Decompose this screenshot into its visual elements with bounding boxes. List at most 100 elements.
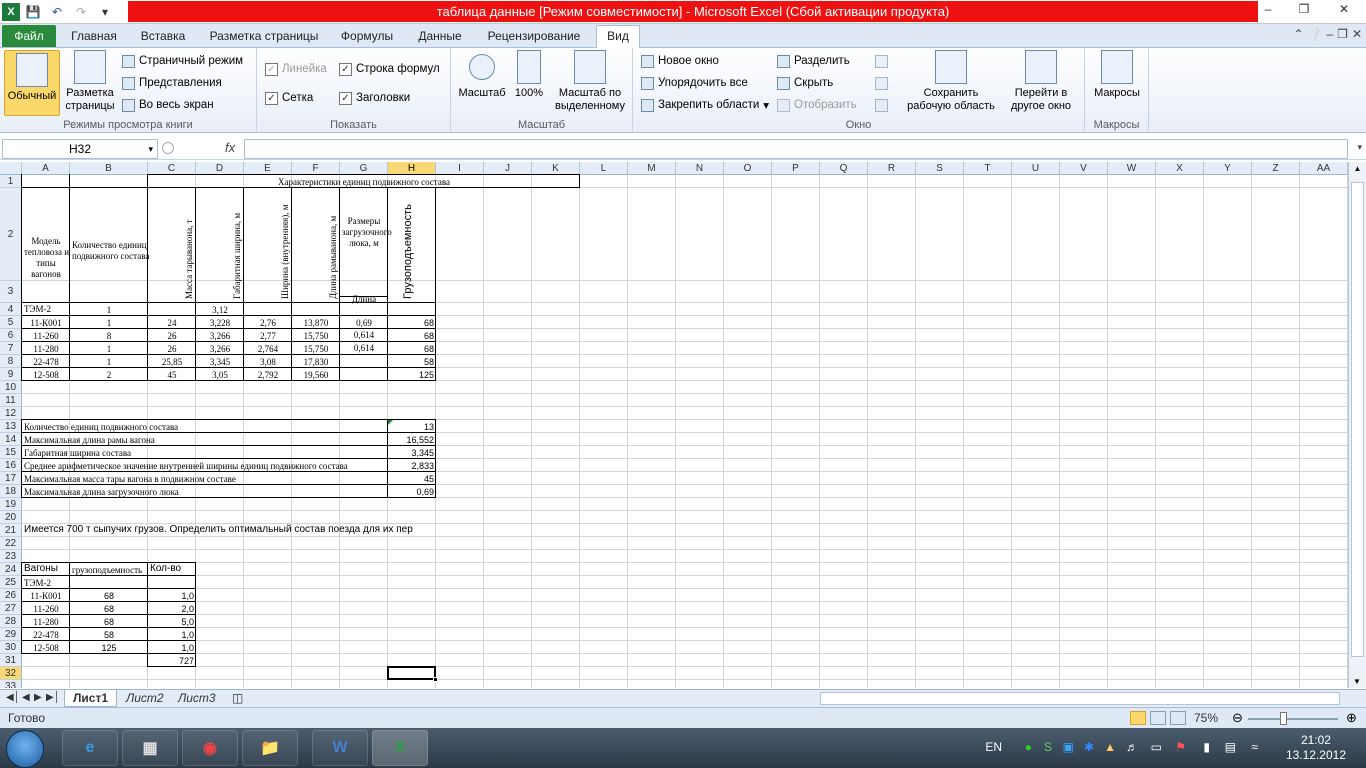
tab-home[interactable]: Главная — [66, 26, 122, 48]
column-header[interactable]: S — [916, 162, 964, 175]
column-header[interactable]: L — [580, 162, 628, 175]
column-header[interactable]: T — [964, 162, 1012, 175]
column-header[interactable]: O — [724, 162, 772, 175]
arrange-all-button[interactable]: Упорядочить все — [641, 74, 748, 92]
excel-taskbar-icon[interactable]: X — [372, 730, 428, 766]
column-header[interactable]: M — [628, 162, 676, 175]
sheet-tab-3[interactable]: Лист3 — [170, 690, 224, 707]
row-header[interactable]: 10 — [0, 381, 22, 394]
macros-button[interactable]: Макросы — [1089, 50, 1145, 100]
row-header[interactable]: 2 — [0, 188, 22, 281]
hide-button[interactable]: Скрыть — [777, 74, 833, 92]
save-icon[interactable]: 💾 — [22, 1, 44, 23]
zoom-in-icon[interactable]: ⊕ — [1346, 710, 1357, 726]
restore-icon[interactable]: ❐ — [1286, 0, 1322, 18]
name-box[interactable]: H32 ▾ — [2, 139, 158, 159]
name-box-dropdown-icon[interactable]: ▾ — [148, 144, 153, 155]
normal-view-status-icon[interactable] — [1130, 711, 1146, 725]
worksheet-grid[interactable]: A B C D E F G H I J K L M N O P Q R S T U V W X Y Z AA 1 2 3 4 5 6 7 8 9 10… — [0, 162, 1348, 688]
switch-windows-button[interactable]: Перейти в другое окно — [1001, 50, 1081, 113]
bluetooth-icon[interactable]: ✱ — [1084, 740, 1094, 754]
signal-icon[interactable]: ▤ — [1225, 740, 1236, 754]
row-header[interactable]: 26 — [0, 589, 22, 602]
row-header[interactable]: 32 — [0, 667, 22, 680]
tab-insert[interactable]: Вставка — [133, 26, 193, 48]
row-header[interactable]: 24 — [0, 563, 22, 576]
volume-icon[interactable]: ▲ — [1104, 740, 1116, 754]
row-header[interactable]: 28 — [0, 615, 22, 628]
expand-formula-bar-icon[interactable]: ▾ — [1357, 142, 1362, 153]
ruler-checkbox[interactable]: ✓ Линейка — [265, 60, 327, 78]
split-button[interactable]: Разделить — [777, 52, 850, 70]
save-workspace-button[interactable]: Сохранить рабочую область — [903, 50, 999, 113]
doc-restore-icon[interactable]: ❐ — [1337, 27, 1348, 41]
start-button-icon[interactable] — [6, 730, 44, 768]
column-header[interactable]: B — [70, 162, 148, 175]
row-header[interactable]: 3 — [0, 281, 22, 303]
row-header[interactable]: 29 — [0, 628, 22, 641]
help-icon[interactable]: ❔ — [1308, 27, 1323, 41]
page-break-button[interactable]: Страничный режим — [122, 52, 243, 70]
fill-handle[interactable] — [433, 677, 438, 682]
battery-icon[interactable]: ▮ — [1203, 740, 1210, 754]
zoom-selection-button[interactable]: Масштаб по выделенному — [551, 50, 629, 113]
prev-sheet-icon[interactable]: ◀ — [22, 692, 30, 703]
column-header[interactable]: Y — [1204, 162, 1252, 175]
formula-bar-checkbox[interactable]: ✓ Строка формул — [339, 60, 440, 78]
page-break-status-icon[interactable] — [1170, 711, 1186, 725]
next-sheet-icon[interactable]: ▶ — [34, 692, 42, 703]
row-header[interactable]: 7 — [0, 342, 22, 355]
insert-function-icon[interactable]: fx — [225, 140, 235, 155]
zoom-100-button[interactable]: 100% — [511, 50, 547, 100]
tab-data[interactable]: Данные — [410, 26, 470, 48]
reset-position-icon[interactable] — [875, 96, 888, 114]
tab-page-layout[interactable]: Разметка страницы — [205, 26, 323, 48]
column-header[interactable]: A — [22, 162, 70, 175]
redo-icon[interactable]: ↷ — [70, 1, 92, 23]
row-header[interactable]: 11 — [0, 394, 22, 407]
headings-checkbox[interactable]: ✓ Заголовки — [339, 89, 410, 107]
sheet-tab-1[interactable]: Лист1 — [64, 690, 118, 707]
clock[interactable]: 21:02 13.12.2012 — [1286, 733, 1346, 763]
row-header[interactable]: 9 — [0, 368, 22, 381]
column-header[interactable]: W — [1108, 162, 1156, 175]
select-all-corner[interactable] — [0, 162, 22, 175]
row-header[interactable]: 25 — [0, 576, 22, 589]
unhide-button[interactable]: Отобразить — [777, 96, 857, 114]
column-header[interactable]: R — [868, 162, 916, 175]
monitor-icon[interactable]: ▭ — [1151, 740, 1162, 754]
row-header[interactable]: 31 — [0, 654, 22, 667]
sheet-tab-2[interactable]: Лист2 — [118, 690, 172, 707]
row-header[interactable]: 19 — [0, 498, 22, 511]
row-header[interactable]: 33 — [0, 680, 22, 688]
row-header[interactable]: 12 — [0, 407, 22, 420]
normal-view-button[interactable]: Обычный — [4, 50, 60, 116]
new-window-button[interactable]: Новое окно — [641, 52, 719, 70]
gridlines-checkbox[interactable]: ✓ Сетка — [265, 89, 313, 107]
zoom-slider[interactable] — [1248, 718, 1338, 720]
row-header[interactable]: 8 — [0, 355, 22, 368]
chrome-taskbar-icon[interactable]: ◉ — [182, 730, 238, 766]
tab-review[interactable]: Рецензирование — [480, 26, 588, 48]
customize-qat-icon[interactable]: ▾ — [94, 1, 116, 23]
row-header[interactable]: 5 — [0, 316, 22, 329]
full-screen-button[interactable]: Во весь экран — [122, 96, 214, 114]
tray-network-app-icon[interactable]: ▣ — [1063, 740, 1074, 754]
row-header[interactable]: 30 — [0, 641, 22, 654]
row-header[interactable]: 4 — [0, 303, 22, 316]
action-center-icon[interactable]: ⚑ — [1175, 740, 1186, 754]
side-by-side-icon[interactable] — [875, 52, 888, 70]
row-header[interactable]: 14 — [0, 433, 22, 446]
row-header[interactable]: 6 — [0, 329, 22, 342]
row-header[interactable]: 13 — [0, 420, 22, 433]
word-taskbar-icon[interactable]: W — [312, 730, 368, 766]
doc-close-icon[interactable]: ✕ — [1352, 27, 1362, 41]
formula-input[interactable] — [244, 139, 1348, 159]
row-header[interactable]: 1 — [0, 175, 22, 188]
tab-view[interactable]: Вид — [596, 25, 640, 49]
row-header[interactable]: 17 — [0, 472, 22, 485]
freeze-panes-button[interactable]: Закрепить области ▾ — [641, 96, 769, 114]
scroll-up-icon[interactable]: ▲ — [1349, 164, 1366, 173]
last-sheet-icon[interactable]: ▶│ — [46, 692, 60, 703]
zoom-slider-thumb[interactable] — [1280, 712, 1287, 725]
